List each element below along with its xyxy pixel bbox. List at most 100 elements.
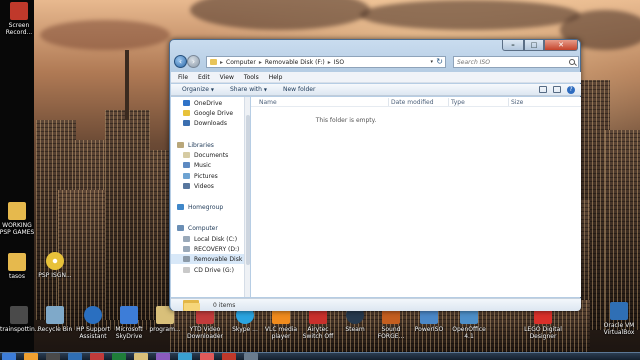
- nav-item-local-disk-c[interactable]: Local Disk (C:): [171, 234, 244, 244]
- video-file-icon: [10, 306, 28, 324]
- desktop-icon-airytec[interactable]: Airytec Switch Off: [299, 306, 337, 340]
- desktop-icon-virtualbox[interactable]: Oracle VM VirtualBox: [600, 302, 638, 336]
- nav-item-removable-disk[interactable]: Removable Disk: [171, 254, 244, 264]
- column-divider[interactable]: [388, 98, 389, 106]
- organize-button[interactable]: Organize ▼: [182, 86, 214, 93]
- taskbar-app-icon[interactable]: [178, 353, 192, 360]
- nav-item-downloads[interactable]: Downloads: [171, 118, 244, 128]
- taskbar-app-icon[interactable]: [24, 353, 38, 360]
- desktop-icon-skydrive[interactable]: Microsoft SkyDrive: [110, 306, 148, 340]
- breadcrumb-removable-disk[interactable]: Removable Disk (F:): [265, 59, 325, 66]
- desktop-icon-label: tasos: [9, 273, 25, 280]
- scrollbar-thumb[interactable]: [246, 115, 250, 265]
- folder-icon: [183, 299, 201, 311]
- nav-item-libraries[interactable]: Libraries: [171, 140, 244, 150]
- column-size[interactable]: Size: [511, 99, 523, 106]
- nav-item-label: Computer: [188, 224, 218, 232]
- taskbar-app-icon[interactable]: [2, 353, 16, 360]
- preview-pane-icon[interactable]: [553, 86, 561, 93]
- desktop-icon-label: LEGO Digital Designer: [524, 326, 562, 340]
- change-view-icon[interactable]: [539, 86, 547, 93]
- chevron-down-icon[interactable]: ▾: [430, 59, 433, 65]
- breadcrumb-computer[interactable]: Computer: [226, 59, 256, 66]
- details-pane: 0 items: [171, 298, 581, 311]
- taskbar-app-icon[interactable]: [244, 353, 258, 360]
- location-icon: [183, 173, 190, 179]
- desktop-icon-working-psp-games[interactable]: WORKING PSP GAMES: [0, 202, 36, 236]
- nav-item-cd-drive-g[interactable]: CD Drive (G:): [171, 265, 244, 275]
- taskbar-app-icon[interactable]: [134, 353, 148, 360]
- nav-item-pictures[interactable]: Pictures: [171, 171, 244, 181]
- screen-recorder-icon: [10, 2, 28, 20]
- maximize-icon: □: [530, 41, 538, 49]
- nav-item-label: Homegroup: [188, 203, 224, 211]
- search-box[interactable]: [453, 56, 579, 68]
- location-icon: [183, 100, 190, 106]
- nav-item-music[interactable]: Music: [171, 160, 244, 170]
- nav-item-label: Downloads: [194, 119, 227, 127]
- cloud: [190, 0, 370, 30]
- address-bar[interactable]: ▸ Computer ▸ Removable Disk (F:) ▸ ISO ▾…: [206, 56, 446, 68]
- file-list[interactable]: Name Date modified Type Size This folder…: [251, 97, 581, 297]
- taskbar-app-icon[interactable]: [90, 353, 104, 360]
- desktop-icon-vlc[interactable]: VLC media player: [262, 306, 300, 340]
- column-date-modified[interactable]: Date modified: [391, 99, 434, 106]
- maximize-button[interactable]: □: [524, 40, 544, 51]
- desktop-icon-label: Recycle Bin: [37, 326, 73, 333]
- taskbar-app-icon[interactable]: [156, 353, 170, 360]
- desktop-icon-recycle-bin[interactable]: Recycle Bin: [36, 306, 74, 333]
- column-type[interactable]: Type: [451, 99, 465, 106]
- desktop-icon-lego[interactable]: LEGO Digital Designer: [524, 306, 562, 340]
- new-folder-button[interactable]: New folder: [283, 86, 315, 93]
- column-name[interactable]: Name: [259, 99, 277, 106]
- taskbar: [0, 352, 640, 360]
- desktop-icon-hp-support[interactable]: HP Support Assistant: [74, 306, 112, 340]
- share-with-button[interactable]: Share with ▼: [230, 86, 267, 93]
- menu-bar: File Edit View Tools Help: [171, 72, 581, 83]
- recycle-bin-icon: [46, 306, 64, 324]
- search-icon[interactable]: [569, 59, 575, 65]
- close-button[interactable]: ✕: [544, 40, 578, 51]
- location-icon: [183, 183, 190, 189]
- desktop-icon-label: OpenOffice 4.1: [452, 326, 486, 340]
- menu-view[interactable]: View: [220, 74, 234, 81]
- nav-item-documents[interactable]: Documents: [171, 150, 244, 160]
- taskbar-app-icon[interactable]: [46, 353, 60, 360]
- column-divider[interactable]: [448, 98, 449, 106]
- menu-help[interactable]: Help: [269, 74, 283, 81]
- desktop-icon-sound-forge[interactable]: Sound FORGE...: [372, 306, 410, 340]
- desktop-icon-tasos[interactable]: tasos: [0, 253, 36, 280]
- nav-item-google-drive[interactable]: Google Drive: [171, 108, 244, 118]
- nav-item-recovery-d[interactable]: RECOVERY (D:): [171, 244, 244, 254]
- nav-item-onedrive[interactable]: OneDrive: [171, 98, 244, 108]
- taskbar-app-icon[interactable]: [222, 353, 236, 360]
- desktop-icon-openoffice[interactable]: OpenOffice 4.1: [450, 306, 488, 340]
- help-icon[interactable]: ?: [567, 86, 575, 94]
- nav-pane-scrollbar[interactable]: [244, 97, 250, 297]
- title-bar[interactable]: – □ ✕: [170, 40, 580, 52]
- nav-item-label: Documents: [194, 151, 229, 159]
- taskbar-app-icon[interactable]: [112, 353, 126, 360]
- search-input[interactable]: [454, 57, 564, 67]
- menu-file[interactable]: File: [178, 74, 188, 81]
- nav-item-homegroup[interactable]: Homegroup: [171, 202, 244, 212]
- menu-tools[interactable]: Tools: [244, 74, 259, 81]
- nav-item-computer[interactable]: Computer: [171, 223, 244, 233]
- nav-item-videos[interactable]: Videos: [171, 181, 244, 191]
- back-button[interactable]: ‹: [174, 55, 187, 68]
- breadcrumb-iso[interactable]: ISO: [334, 59, 344, 66]
- desktop-icon-label: Steam: [345, 326, 365, 333]
- desktop-icon-ytd[interactable]: YTD Video Downloader: [186, 306, 224, 340]
- desktop-icon-label: Microsoft SkyDrive: [115, 326, 143, 340]
- taskbar-app-icon[interactable]: [200, 353, 214, 360]
- menu-edit[interactable]: Edit: [198, 74, 210, 81]
- desktop-icon-label: Oracle VM VirtualBox: [603, 322, 635, 336]
- forward-button[interactable]: ›: [187, 55, 200, 68]
- desktop-icon-disk-image[interactable]: PSP ISGN...: [36, 252, 74, 279]
- minimize-button[interactable]: –: [502, 40, 524, 51]
- column-divider[interactable]: [508, 98, 509, 106]
- desktop-icon-screen-recorder[interactable]: Screen Record...: [0, 2, 38, 36]
- refresh-icon[interactable]: ↻: [436, 57, 443, 66]
- desktop-icon-trainspotting[interactable]: trainspottin...: [0, 306, 40, 333]
- taskbar-app-icon[interactable]: [68, 353, 82, 360]
